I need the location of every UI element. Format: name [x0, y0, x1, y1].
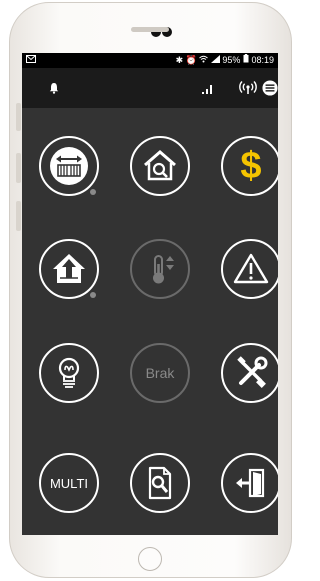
warning-triangle-icon: [233, 253, 269, 284]
house-magnifier-icon: [144, 150, 176, 181]
status-bar: ✱ ⏰ 95% 08:19: [22, 53, 278, 68]
side-button: [16, 153, 21, 183]
document-magnifier-icon: [148, 466, 172, 500]
tile-document-search[interactable]: [130, 453, 190, 513]
status-dot: [90, 292, 96, 298]
tile-multi[interactable]: MULTI: [39, 453, 99, 513]
wireless-icon[interactable]: [236, 68, 260, 108]
battery-percent: 95%: [222, 55, 241, 65]
wifi-icon: [199, 55, 211, 65]
wrench-screwdriver-icon: [237, 356, 268, 388]
alarm-icon: ⏰: [185, 55, 197, 65]
bell-icon[interactable]: [44, 68, 64, 108]
earpiece-speaker: [131, 27, 169, 32]
home-button[interactable]: [138, 547, 162, 571]
side-button: [16, 201, 21, 231]
tile-house-arm[interactable]: [39, 239, 99, 299]
brak-label: Brak: [145, 365, 175, 381]
multi-label: MULTI: [49, 475, 89, 491]
app-screen: ✱ ⏰ 95% 08:19 $ Brak MULTI: [22, 53, 278, 535]
hamburger-menu-icon[interactable]: [262, 68, 278, 108]
tile-warning[interactable]: [221, 239, 278, 299]
status-right: ✱ ⏰ 95% 08:19: [176, 53, 274, 68]
bluetooth-icon: ✱: [175, 55, 184, 65]
exit-door-icon: [236, 468, 265, 498]
house-alarm-icon: [53, 254, 85, 283]
gate-arrows-icon: [50, 147, 88, 185]
status-dot: [90, 189, 96, 195]
cell-signal-icon: [210, 55, 223, 65]
tile-payments[interactable]: $: [221, 136, 278, 196]
dollar-icon: $: [240, 145, 262, 187]
tile-brak[interactable]: Brak: [130, 343, 190, 403]
tile-gate-control[interactable]: [39, 136, 99, 196]
tile-exit[interactable]: [221, 453, 278, 513]
mail-icon: [26, 53, 36, 68]
tile-service-tools[interactable]: [221, 343, 278, 403]
thermometer-icon: [153, 255, 174, 284]
signal-bars-icon[interactable]: [198, 68, 218, 108]
tile-temperature[interactable]: [130, 239, 190, 299]
light-bulb-icon: [58, 357, 80, 388]
tile-lighting[interactable]: [39, 343, 99, 403]
clock: 08:19: [251, 55, 274, 65]
tile-house-search[interactable]: [130, 136, 190, 196]
side-button: [16, 103, 21, 131]
top-toolbar: [22, 68, 278, 108]
